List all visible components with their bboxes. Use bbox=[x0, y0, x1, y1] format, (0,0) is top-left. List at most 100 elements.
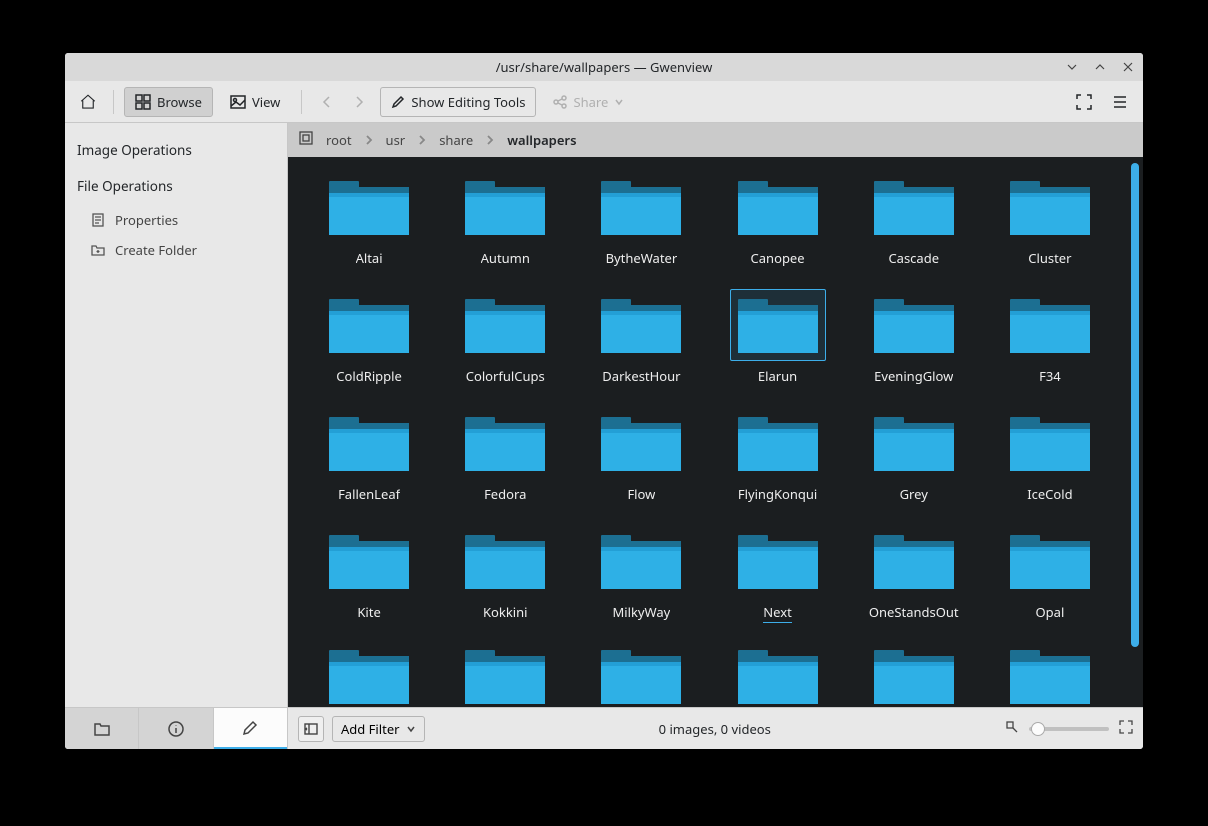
folder-item[interactable]: DarkestHour bbox=[578, 285, 704, 403]
folder-item[interactable]: ColdRipple bbox=[306, 285, 432, 403]
folder-icon bbox=[866, 289, 962, 361]
zoom-fit-icon[interactable] bbox=[1119, 720, 1133, 738]
folder-item[interactable] bbox=[442, 639, 568, 707]
grid-icon bbox=[135, 94, 151, 110]
folder-item[interactable]: Altai bbox=[306, 167, 432, 285]
folder-item[interactable]: EveningGlow bbox=[851, 285, 977, 403]
maximize-button[interactable] bbox=[1091, 58, 1109, 76]
folder-icon bbox=[593, 407, 689, 479]
folder-item[interactable]: Kite bbox=[306, 521, 432, 639]
device-icon[interactable] bbox=[298, 130, 314, 150]
folder-label: Grey bbox=[900, 485, 928, 503]
scrollbar-thumb[interactable] bbox=[1131, 163, 1139, 647]
folder-label: Kite bbox=[357, 603, 380, 621]
crumb-usr[interactable]: usr bbox=[380, 129, 412, 151]
folder-icon bbox=[730, 289, 826, 361]
info-icon bbox=[167, 720, 185, 738]
chevron-right-icon bbox=[417, 131, 427, 149]
folder-icon bbox=[1002, 643, 1098, 693]
folder-item[interactable] bbox=[987, 639, 1113, 707]
folder-item[interactable]: Elarun bbox=[714, 285, 840, 403]
breadcrumb: root usr share wallpapers bbox=[288, 123, 1143, 157]
folder-item[interactable]: Cluster bbox=[987, 167, 1113, 285]
folder-item[interactable]: Autumn bbox=[442, 167, 568, 285]
folder-icon bbox=[321, 171, 417, 243]
crumb-wallpapers[interactable]: wallpapers bbox=[501, 129, 582, 151]
folder-label: FlyingKonqui bbox=[738, 485, 817, 503]
share-button[interactable]: Share bbox=[542, 87, 635, 117]
folder-icon bbox=[93, 720, 111, 738]
folder-grid: Altai Autumn BytheWaterCanopeeCascadeClust… bbox=[288, 157, 1131, 707]
add-filter-button[interactable]: Add Filter bbox=[332, 716, 425, 742]
toggle-thumbnail-bar-button[interactable] bbox=[298, 716, 324, 742]
share-icon bbox=[553, 95, 567, 109]
folder-item[interactable]: Grey bbox=[851, 403, 977, 521]
folder-icon bbox=[866, 407, 962, 479]
folder-icon bbox=[866, 525, 962, 597]
next-button[interactable] bbox=[344, 87, 374, 117]
vertical-scrollbar[interactable] bbox=[1131, 163, 1139, 701]
content-column: root usr share wallpapers Altai Autumn Byt… bbox=[288, 123, 1143, 749]
folder-item[interactable] bbox=[851, 639, 977, 707]
folder-label: IceCold bbox=[1027, 485, 1072, 503]
fullscreen-button[interactable] bbox=[1069, 87, 1099, 117]
folder-item[interactable]: Flow bbox=[578, 403, 704, 521]
create-folder-item[interactable]: Create Folder bbox=[77, 235, 275, 265]
browse-mode-button[interactable]: Browse bbox=[124, 87, 213, 117]
folder-label: Autumn bbox=[481, 249, 530, 267]
view-mode-button[interactable]: View bbox=[219, 87, 291, 117]
home-button[interactable] bbox=[73, 87, 103, 117]
folder-item[interactable]: Opal bbox=[987, 521, 1113, 639]
folder-item[interactable]: Fedora bbox=[442, 403, 568, 521]
folder-item[interactable]: Cascade bbox=[851, 167, 977, 285]
folder-item[interactable]: Kokkini bbox=[442, 521, 568, 639]
folder-item[interactable] bbox=[714, 639, 840, 707]
folder-icon bbox=[1002, 289, 1098, 361]
crumb-share[interactable]: share bbox=[433, 129, 479, 151]
folder-item[interactable]: OneStandsOut bbox=[851, 521, 977, 639]
thumbnail-size-slider[interactable] bbox=[1029, 727, 1109, 731]
folder-label: MilkyWay bbox=[612, 603, 670, 621]
folder-icon bbox=[866, 643, 962, 693]
folder-item[interactable]: FlyingKonqui bbox=[714, 403, 840, 521]
hamburger-menu-button[interactable] bbox=[1105, 87, 1135, 117]
properties-item[interactable]: Properties bbox=[77, 205, 275, 235]
folder-icon bbox=[321, 289, 417, 361]
folder-icon bbox=[593, 289, 689, 361]
folder-icon bbox=[730, 407, 826, 479]
chevron-right-icon bbox=[364, 131, 374, 149]
prev-button[interactable] bbox=[312, 87, 342, 117]
folder-item[interactable]: ColorfulCups bbox=[442, 285, 568, 403]
folder-item[interactable]: F34 bbox=[987, 285, 1113, 403]
folder-item[interactable] bbox=[306, 639, 432, 707]
separator bbox=[113, 90, 114, 114]
folder-icon bbox=[593, 643, 689, 693]
close-button[interactable] bbox=[1119, 58, 1137, 76]
pencil-icon bbox=[241, 719, 259, 737]
slider-knob[interactable] bbox=[1031, 722, 1045, 736]
folder-label: Altai bbox=[356, 249, 383, 267]
zoom-out-icon[interactable] bbox=[1005, 720, 1019, 738]
sidebar-tabs bbox=[65, 707, 287, 749]
folder-grid-wrap: Altai Autumn BytheWaterCanopeeCascadeClust… bbox=[288, 157, 1143, 707]
folder-icon bbox=[730, 171, 826, 243]
share-label: Share bbox=[573, 93, 608, 111]
sidebar-tab-operations[interactable] bbox=[214, 708, 287, 749]
folder-item[interactable]: Next bbox=[714, 521, 840, 639]
folder-label: Kokkini bbox=[483, 603, 528, 621]
folder-item[interactable] bbox=[578, 639, 704, 707]
folder-item[interactable]: Canopee bbox=[714, 167, 840, 285]
folder-item[interactable]: BytheWater bbox=[578, 167, 704, 285]
crumb-root[interactable]: root bbox=[320, 129, 358, 151]
window-title: /usr/share/wallpapers — Gwenview bbox=[496, 58, 713, 76]
window-controls bbox=[1063, 53, 1137, 81]
folder-icon bbox=[457, 289, 553, 361]
sidebar-tab-folders[interactable] bbox=[65, 708, 139, 749]
show-editing-tools-button[interactable]: Show Editing Tools bbox=[380, 87, 536, 117]
folder-item[interactable]: FallenLeaf bbox=[306, 403, 432, 521]
minimize-button[interactable] bbox=[1063, 58, 1081, 76]
folder-item[interactable]: MilkyWay bbox=[578, 521, 704, 639]
folder-item[interactable]: IceCold bbox=[987, 403, 1113, 521]
sidebar-tab-info[interactable] bbox=[139, 708, 213, 749]
separator bbox=[301, 90, 302, 114]
